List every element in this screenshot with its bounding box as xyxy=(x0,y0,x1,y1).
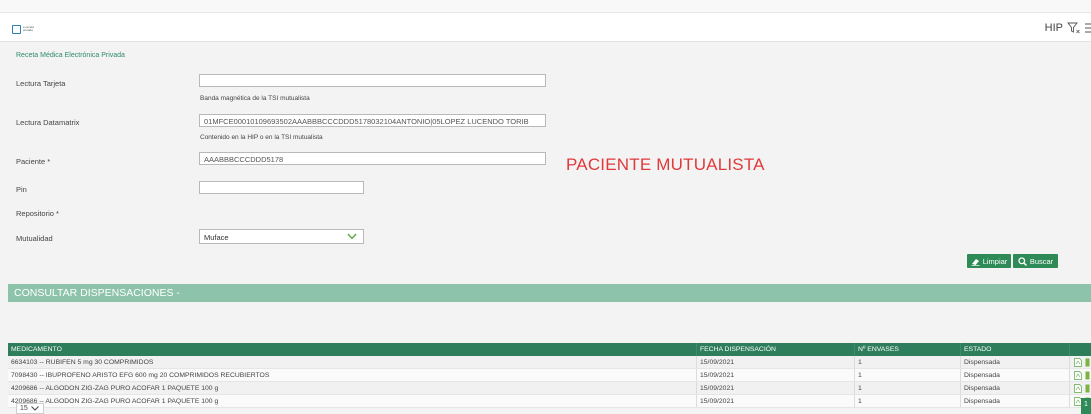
mutualidad-selected-value: Muface xyxy=(204,233,229,242)
lectura-tarjeta-input[interactable] xyxy=(199,74,546,87)
column-header-fecha[interactable]: FECHA DISPENSACIÓN xyxy=(697,343,855,356)
cell-envases: 1 xyxy=(855,382,961,394)
limpiar-button[interactable]: Limpiar xyxy=(967,254,1011,268)
lectura-tarjeta-label: Lectura Tarjeta xyxy=(16,79,66,88)
cell-envases: 1 xyxy=(855,356,961,368)
pdf-icon[interactable] xyxy=(1074,358,1082,367)
paciente-input[interactable]: AAABBBCCCDDD5178 xyxy=(199,152,546,165)
header-actions: HIP xyxy=(1045,22,1091,34)
page-size-value: 15 xyxy=(20,405,28,412)
column-header-medicamento[interactable]: MEDICAMENTO xyxy=(8,343,697,356)
cell-medicamento: 4209686 -- ALGODON ZIG-ZAG PURO ACOFAR 1… xyxy=(8,395,697,407)
logo-mark-icon xyxy=(12,24,21,34)
filter-clear-icon[interactable] xyxy=(1067,22,1081,34)
document-icon[interactable] xyxy=(1085,384,1090,393)
cell-envases: 1 xyxy=(855,369,961,381)
cell-envases: 1 xyxy=(855,395,961,407)
cell-estado: Dispensada xyxy=(961,356,1070,368)
mutualidad-select[interactable]: Muface xyxy=(199,229,364,244)
chevron-down-icon xyxy=(30,406,39,411)
repositorio-label: Repositorio * xyxy=(16,209,59,218)
cell-actions xyxy=(1070,369,1091,381)
app-header: e-receta privada HIP xyxy=(0,12,1091,42)
document-icon[interactable] xyxy=(1085,371,1090,380)
table-row[interactable]: 4209686 -- ALGODON ZIG-ZAG PURO ACOFAR 1… xyxy=(8,395,1091,408)
eraser-icon xyxy=(971,258,980,266)
table-row[interactable]: 6634103 -- RUBIFEN 5 mg 30 COMPRIMIDOS 1… xyxy=(8,356,1091,369)
section-title[interactable]: Receta Médica Electrónica Privada xyxy=(16,52,125,59)
patient-type-note: PACIENTE MUTUALISTA xyxy=(566,155,765,174)
cell-fecha: 15/09/2021 xyxy=(697,382,855,394)
hip-button[interactable]: HIP xyxy=(1045,22,1063,34)
mutualidad-label: Mutualidad xyxy=(16,234,53,243)
cell-medicamento: 4209686 -- ALGODON ZIG-ZAG PURO ACOFAR 1… xyxy=(8,382,697,394)
buscar-button[interactable]: Buscar xyxy=(1013,254,1058,268)
pdf-icon[interactable] xyxy=(1074,384,1082,393)
menu-icon[interactable] xyxy=(1085,22,1091,34)
top-strip xyxy=(0,0,1091,12)
current-page-button[interactable]: 1 xyxy=(1081,398,1091,414)
cell-medicamento: 6634103 -- RUBIFEN 5 mg 30 COMPRIMIDOS xyxy=(8,356,697,368)
lectura-datamatrix-label: Lectura Datamatrix xyxy=(16,118,80,127)
pin-label: Pin xyxy=(16,185,27,194)
column-header-envases[interactable]: Nº ENVASES xyxy=(855,343,961,356)
dispensaciones-table: MEDICAMENTO FECHA DISPENSACIÓN Nº ENVASE… xyxy=(8,343,1091,408)
pdf-icon[interactable] xyxy=(1074,371,1082,380)
table-row[interactable]: 7098430 -- IBUPROFENO ARISTO EFG 600 mg … xyxy=(8,369,1091,382)
lectura-datamatrix-hint: Contenido en la HIP o en la TSI mutualis… xyxy=(200,134,323,141)
table-header: MEDICAMENTO FECHA DISPENSACIÓN Nº ENVASE… xyxy=(8,343,1091,356)
table-row[interactable]: 4209686 -- ALGODON ZIG-ZAG PURO ACOFAR 1… xyxy=(8,382,1091,395)
column-header-estado[interactable]: ESTADO xyxy=(961,343,1070,356)
app-logo[interactable]: e-receta privada xyxy=(12,23,42,35)
cell-fecha: 15/09/2021 xyxy=(697,395,855,407)
cell-medicamento: 7098430 -- IBUPROFENO ARISTO EFG 600 mg … xyxy=(8,369,697,381)
buscar-label: Buscar xyxy=(1029,256,1054,266)
lectura-datamatrix-input[interactable]: 01MFCE00010109693502AAABBBCCCDDD51780321… xyxy=(199,114,546,127)
cell-fecha: 15/09/2021 xyxy=(697,369,855,381)
cell-estado: Dispensada xyxy=(961,382,1070,394)
cell-estado: Dispensada xyxy=(961,369,1070,381)
paciente-label: Paciente * xyxy=(16,157,51,166)
cell-actions xyxy=(1070,382,1091,394)
cell-actions xyxy=(1070,356,1091,368)
page-size-select[interactable]: 15 xyxy=(16,403,44,414)
pin-input[interactable] xyxy=(199,181,364,194)
document-icon[interactable] xyxy=(1085,358,1090,367)
cell-estado: Dispensada xyxy=(961,395,1070,407)
chevron-down-icon xyxy=(347,233,357,240)
lectura-tarjeta-hint: Banda magnética de la TSI mutualista xyxy=(200,95,310,102)
consultar-dispensaciones-header[interactable]: CONSULTAR DISPENSACIONES - xyxy=(8,284,1091,302)
logo-text: e-receta privada xyxy=(23,25,35,32)
limpiar-label: Limpiar xyxy=(982,256,1008,266)
column-header-actions xyxy=(1070,343,1091,356)
search-icon xyxy=(1018,256,1027,266)
cell-fecha: 15/09/2021 xyxy=(697,356,855,368)
